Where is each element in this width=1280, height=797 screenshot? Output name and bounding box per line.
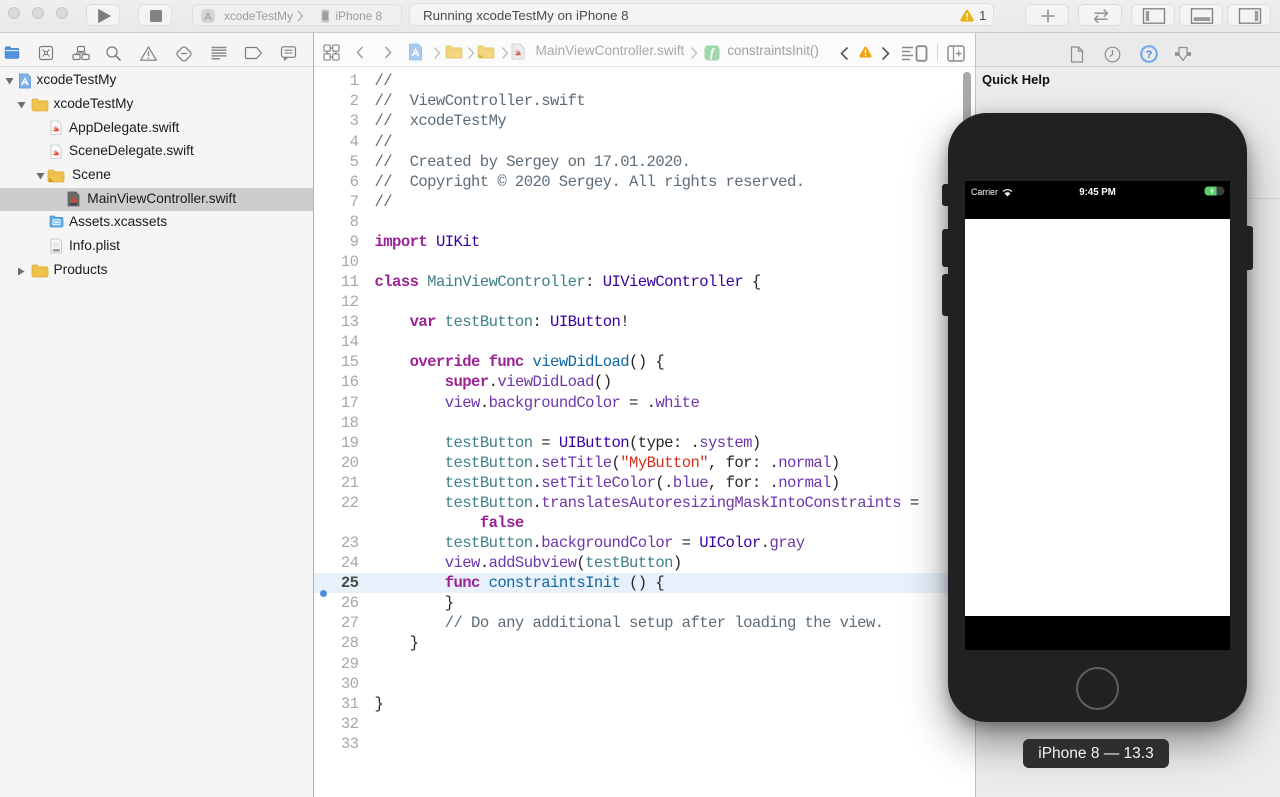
svg-text:?: ?	[1145, 49, 1152, 61]
